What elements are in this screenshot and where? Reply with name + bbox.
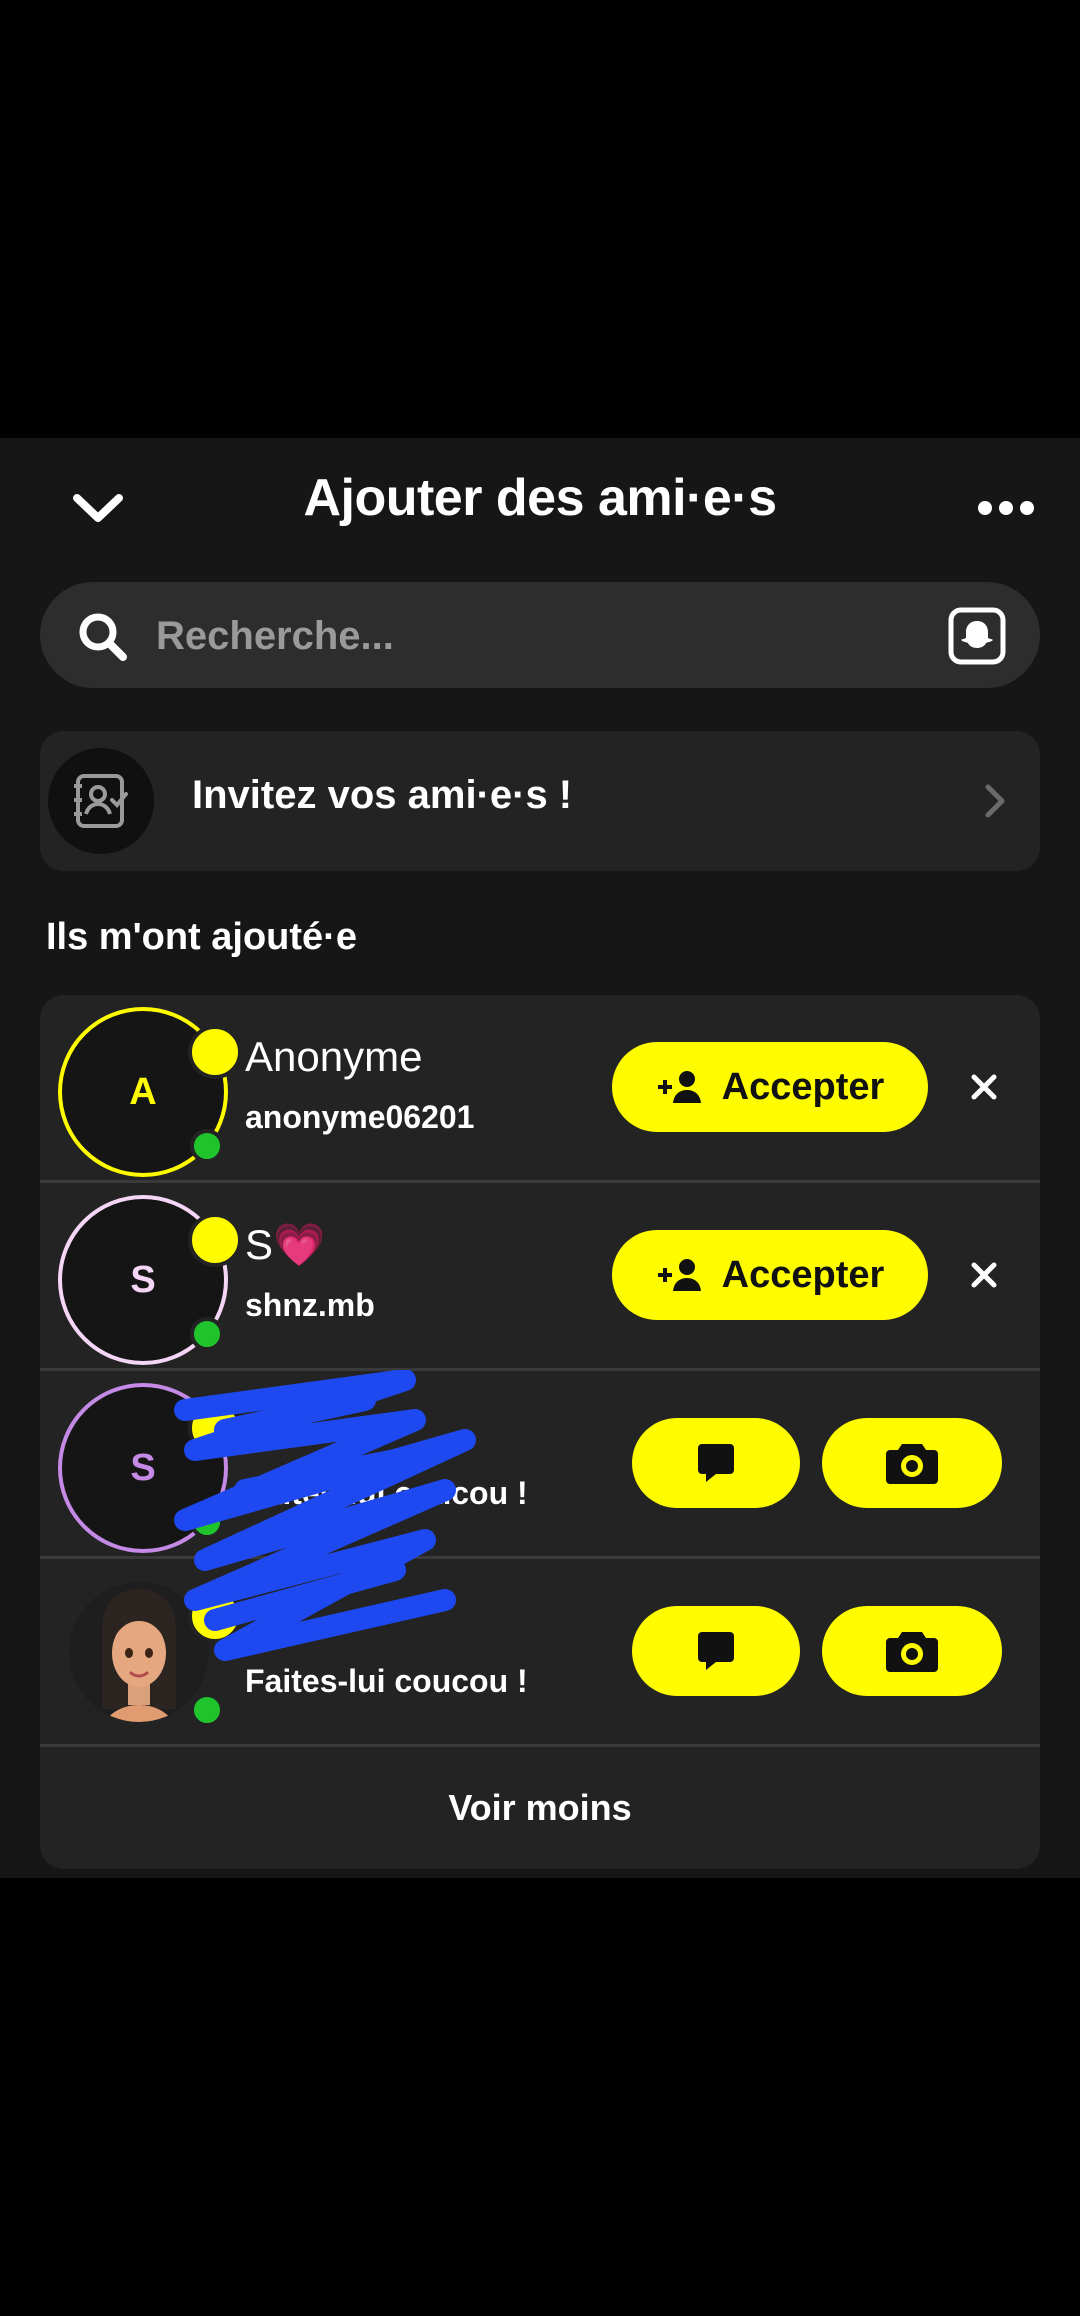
dismiss-button[interactable] — [954, 1245, 1014, 1305]
chat-button[interactable] — [632, 1418, 800, 1508]
avatar-initial: S — [130, 1446, 156, 1489]
display-name: Anonyme — [245, 1033, 423, 1080]
story-indicator — [188, 1589, 242, 1643]
accept-button[interactable]: Accepter — [612, 1230, 928, 1320]
search-icon — [79, 613, 127, 661]
username: anonyme06201 — [245, 1099, 475, 1135]
avatar[interactable] — [58, 1571, 242, 1739]
close-icon — [971, 1074, 997, 1100]
search-input[interactable] — [154, 604, 958, 668]
header: Ajouter des ami·e·s — [0, 438, 1080, 558]
camera-icon — [886, 1632, 938, 1672]
list-item[interactable]: S Faites-lui coucou ! — [40, 1371, 1040, 1559]
story-indicator — [188, 1025, 242, 1079]
page-title: Ajouter des ami·e·s — [303, 469, 777, 527]
chat-button[interactable] — [632, 1606, 800, 1696]
accept-button[interactable]: Accepter — [612, 1042, 928, 1132]
friend-subtitle: Faites-lui coucou ! — [245, 1663, 528, 1699]
list-item[interactable]: Faites-lui coucou ! — [40, 1559, 1040, 1747]
camera-icon — [886, 1444, 938, 1484]
avatar[interactable]: S — [58, 1383, 242, 1553]
section-title-added-me: Ils m'ont ajouté·e — [46, 916, 357, 958]
avatar[interactable]: S — [58, 1195, 242, 1365]
more-options-button[interactable] — [966, 488, 1046, 528]
invite-friends-card[interactable]: Invitez vos ami·e·s ! — [40, 731, 1040, 871]
online-status-dot — [190, 1317, 224, 1351]
dismiss-button[interactable] — [954, 1057, 1014, 1117]
camera-button[interactable] — [822, 1418, 1002, 1508]
snapcode-scan-icon[interactable] — [948, 607, 1006, 665]
more-dots-icon — [978, 501, 1034, 515]
accept-label: Accepter — [721, 1065, 885, 1108]
avatar-initial: A — [129, 1070, 157, 1113]
username: shnz.mb — [245, 1287, 375, 1323]
chevron-right-icon — [985, 784, 1005, 818]
avatar-initial: S — [130, 1258, 156, 1301]
camera-button[interactable] — [822, 1606, 1002, 1696]
add-friends-sheet: Ajouter des ami·e·s Recherche... Invitez… — [0, 438, 1080, 1878]
story-indicator — [188, 1213, 242, 1267]
added-me-list: A Anonyme anonyme06201 Accepter S S💗 shn… — [40, 995, 1040, 1869]
contact-book-icon — [74, 774, 128, 828]
list-item[interactable]: A Anonyme anonyme06201 Accepter — [40, 995, 1040, 1183]
online-status-dot — [190, 1505, 224, 1539]
display-name: S💗 — [245, 1221, 326, 1268]
close-icon — [971, 1262, 997, 1288]
online-status-dot — [190, 1693, 224, 1727]
see-less-button[interactable]: Voir moins — [40, 1747, 1040, 1869]
invite-friends-label: Invitez vos ami·e·s ! — [192, 773, 573, 817]
contacts-icon-wrap — [48, 748, 154, 854]
accept-label: Accepter — [721, 1253, 885, 1296]
chat-bubble-icon — [698, 1632, 734, 1670]
online-status-dot — [190, 1129, 224, 1163]
chat-bubble-icon — [698, 1444, 734, 1482]
add-friend-icon — [657, 1259, 701, 1291]
story-indicator — [188, 1401, 242, 1455]
see-less-label: Voir moins — [448, 1787, 632, 1828]
list-item[interactable]: S S💗 shnz.mb Accepter — [40, 1183, 1040, 1371]
add-friend-icon — [657, 1071, 701, 1103]
avatar[interactable]: A — [58, 1007, 242, 1177]
search-bar[interactable] — [40, 582, 1040, 688]
friend-subtitle: Faites-lui coucou ! — [245, 1475, 528, 1511]
